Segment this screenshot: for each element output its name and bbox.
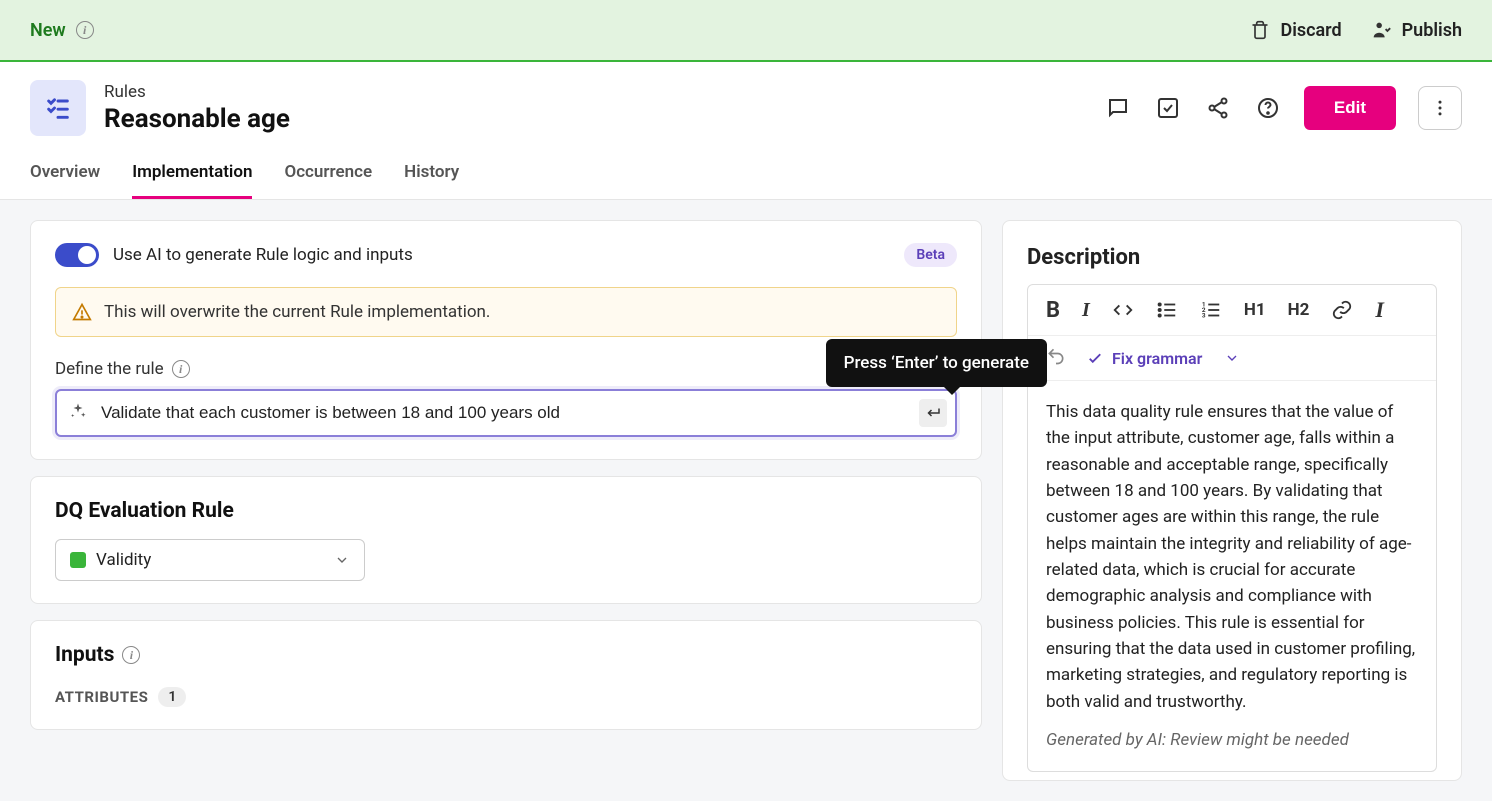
undo-button[interactable] xyxy=(1046,346,1066,370)
share-button[interactable] xyxy=(1204,94,1232,122)
description-text: This data quality rule ensures that the … xyxy=(1046,399,1418,715)
h1-button[interactable]: H1 xyxy=(1244,300,1266,320)
numbered-list-icon: 123 xyxy=(1200,299,1222,321)
more-menu-button[interactable] xyxy=(1418,86,1462,130)
new-label: New xyxy=(30,20,66,41)
tab-history[interactable]: History xyxy=(404,162,459,199)
editor-toolbar-secondary: Fix grammar xyxy=(1028,336,1436,381)
breadcrumb[interactable]: Rules xyxy=(104,82,290,102)
attributes-label: ATTRIBUTES xyxy=(55,688,148,706)
italic-alt-button[interactable]: I xyxy=(1375,297,1384,323)
chevron-down-icon xyxy=(1224,350,1240,366)
info-icon[interactable]: i xyxy=(76,21,94,39)
generate-tooltip: Press ‘Enter’ to generate xyxy=(826,339,1047,387)
check-icon xyxy=(1086,349,1104,367)
undo-icon xyxy=(1046,346,1066,366)
define-rule-label: Define the rule xyxy=(55,359,164,379)
info-icon[interactable]: i xyxy=(172,360,190,378)
share-icon xyxy=(1206,96,1230,120)
warning-text: This will overwrite the current Rule imp… xyxy=(104,302,490,322)
dq-select-value: Validity xyxy=(96,550,151,570)
fix-grammar-button[interactable]: Fix grammar xyxy=(1086,349,1240,368)
comment-button[interactable] xyxy=(1104,94,1132,122)
discard-button[interactable]: Discard xyxy=(1250,20,1341,41)
bullet-list-icon xyxy=(1156,299,1178,321)
numbered-list-button[interactable]: 123 xyxy=(1200,299,1222,321)
editor-toolbar: B I 123 H1 H2 I xyxy=(1028,285,1436,336)
bold-button[interactable]: B xyxy=(1046,298,1060,323)
inputs-card: Inputs i ATTRIBUTES 1 xyxy=(30,620,982,730)
tab-bar: Overview Implementation Occurrence Histo… xyxy=(30,162,1462,199)
chevron-down-icon xyxy=(334,552,350,568)
more-vertical-icon xyxy=(1430,98,1450,118)
bullet-list-button[interactable] xyxy=(1156,299,1178,321)
publish-button[interactable]: Publish xyxy=(1370,19,1462,41)
define-rule-input[interactable] xyxy=(55,389,957,437)
comment-icon xyxy=(1106,96,1130,120)
attributes-count: 1 xyxy=(158,687,186,707)
trash-icon xyxy=(1250,20,1270,40)
svg-text:3: 3 xyxy=(1202,311,1206,319)
sparkle-icon xyxy=(69,402,87,424)
rich-text-editor: B I 123 H1 H2 I xyxy=(1027,284,1437,772)
link-button[interactable] xyxy=(1331,299,1353,321)
generate-enter-button[interactable] xyxy=(919,399,947,427)
tab-implementation[interactable]: Implementation xyxy=(132,162,252,199)
publish-label: Publish xyxy=(1402,20,1462,41)
inputs-title: Inputs xyxy=(55,643,114,667)
ai-generate-panel: Use AI to generate Rule logic and inputs… xyxy=(30,220,982,460)
enter-key-icon xyxy=(924,404,942,422)
ai-toggle[interactable] xyxy=(55,243,99,267)
warning-icon xyxy=(72,302,92,322)
check-square-icon xyxy=(1156,96,1180,120)
code-icon xyxy=(1112,299,1134,321)
status-banner: New i Discard Publish xyxy=(0,0,1492,62)
description-title: Description xyxy=(1027,245,1437,270)
dq-evaluation-card: DQ Evaluation Rule Validity xyxy=(30,476,982,604)
tab-overview[interactable]: Overview xyxy=(30,162,100,199)
warning-box: This will overwrite the current Rule imp… xyxy=(55,287,957,337)
code-button[interactable] xyxy=(1112,299,1134,321)
link-icon xyxy=(1331,299,1353,321)
page-header: Rules Reasonable age Edit Overview xyxy=(0,62,1492,200)
help-button[interactable] xyxy=(1254,94,1282,122)
description-card: Description B I 123 H1 H2 xyxy=(1002,220,1462,781)
tab-occurrence[interactable]: Occurrence xyxy=(284,162,372,199)
validity-color-icon xyxy=(70,552,86,568)
checklist-icon xyxy=(44,94,72,122)
italic-button[interactable]: I xyxy=(1082,299,1090,322)
help-icon xyxy=(1256,96,1280,120)
ai-toggle-label: Use AI to generate Rule logic and inputs xyxy=(113,245,413,265)
ai-generated-note: Generated by AI: Review might be needed xyxy=(1046,727,1418,753)
description-body[interactable]: This data quality rule ensures that the … xyxy=(1028,381,1436,771)
dq-select[interactable]: Validity xyxy=(55,539,365,581)
page-title: Reasonable age xyxy=(104,104,290,134)
h2-button[interactable]: H2 xyxy=(1288,300,1310,320)
edit-button[interactable]: Edit xyxy=(1304,86,1396,130)
discard-label: Discard xyxy=(1280,20,1341,41)
approve-button[interactable] xyxy=(1154,94,1182,122)
fix-grammar-label: Fix grammar xyxy=(1112,349,1202,368)
publish-user-icon xyxy=(1370,19,1392,41)
dq-title: DQ Evaluation Rule xyxy=(55,499,957,523)
rules-icon-tile xyxy=(30,80,86,136)
beta-badge: Beta xyxy=(904,243,957,267)
info-icon[interactable]: i xyxy=(122,646,140,664)
